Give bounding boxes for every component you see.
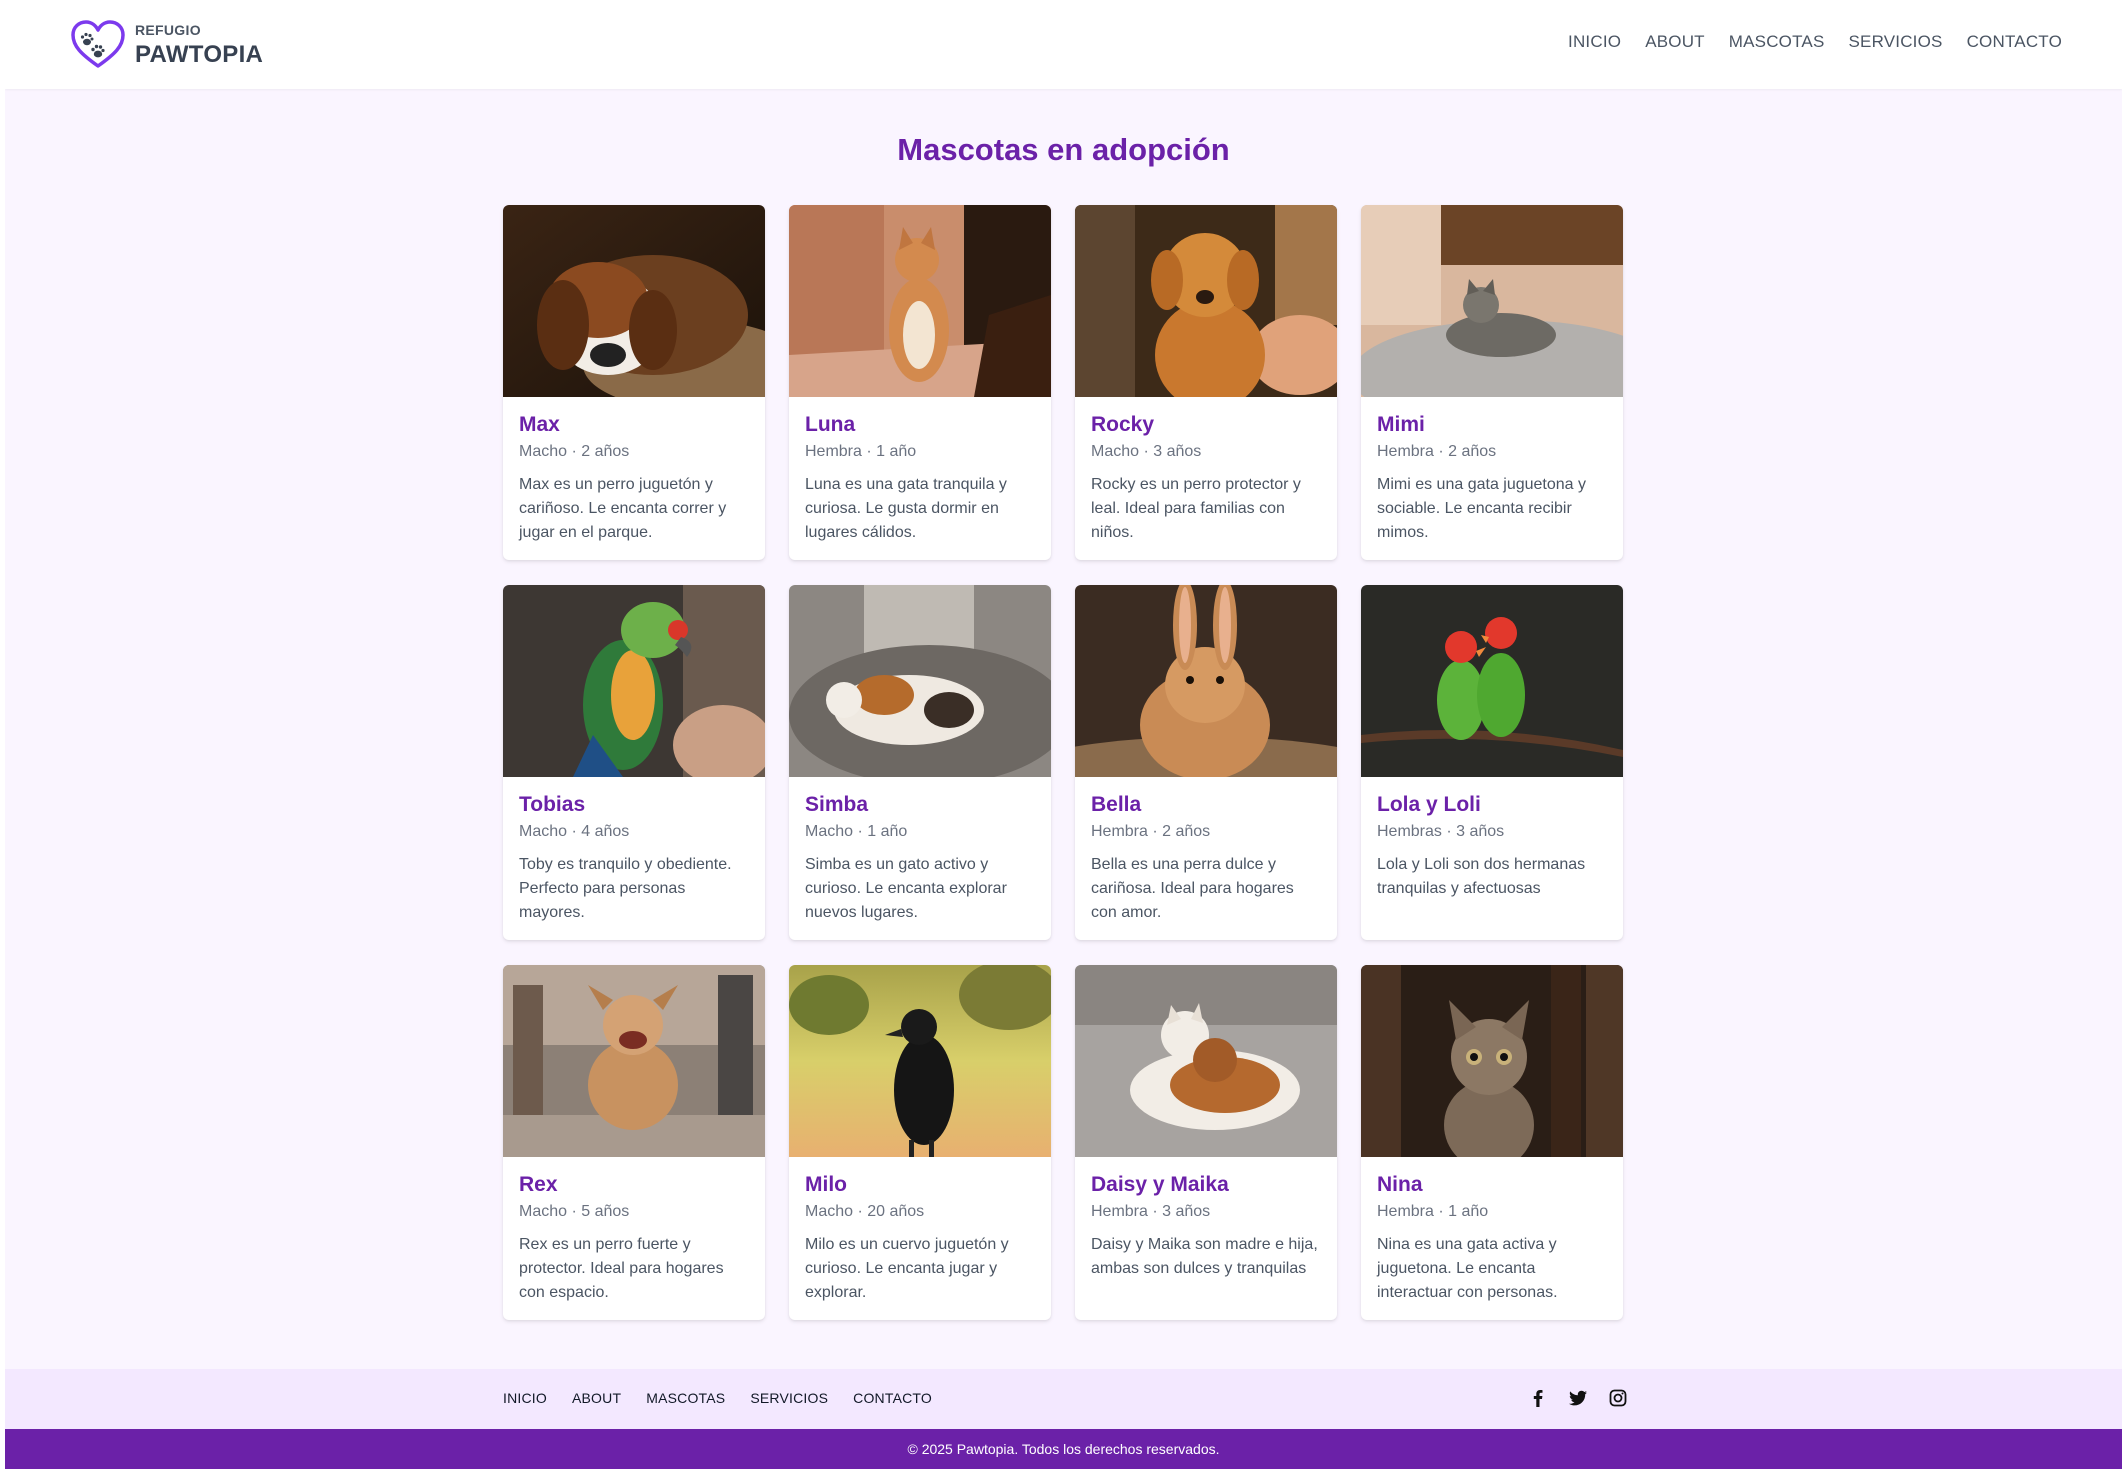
pet-name[interactable]: Mimi: [1377, 413, 1607, 437]
instagram-icon[interactable]: [1608, 1388, 1628, 1408]
pet-card[interactable]: Nina Hembra · 1 año Nina es una gata act…: [1361, 965, 1623, 1320]
pet-photo: [1075, 585, 1337, 777]
pet-card[interactable]: Lola y Loli Hembras · 3 años Lola y Loli…: [1361, 585, 1623, 940]
pet-photo: [789, 965, 1051, 1157]
pet-card[interactable]: Simba Macho · 1 año Simba es un gato act…: [789, 585, 1051, 940]
footer-nav-bar: INICIO ABOUT MASCOTAS SERVICIOS CONTACTO: [5, 1369, 2122, 1429]
main-nav: INICIO ABOUT MASCOTAS SERVICIOS CONTACTO: [1568, 32, 2062, 52]
pet-description: Daisy y Maika son madre e hija, ambas so…: [1091, 1236, 1318, 1277]
pet-meta: Hembra · 3 años: [1091, 1203, 1211, 1220]
pet-meta: Macho · 2 años: [519, 443, 630, 460]
pet-photo: [503, 585, 765, 777]
logo-subtitle: REFUGIO: [135, 22, 201, 38]
pet-name[interactable]: Milo: [805, 1173, 1035, 1197]
pet-photo: [1361, 965, 1623, 1157]
pet-description: Bella es una perra dulce y cariñosa. Ide…: [1091, 856, 1294, 921]
pet-description: Toby es tranquilo y obediente. Perfecto …: [519, 856, 732, 921]
nav-link-about[interactable]: ABOUT: [1645, 32, 1705, 52]
pet-name[interactable]: Max: [519, 413, 749, 437]
pet-name[interactable]: Rex: [519, 1173, 749, 1197]
pet-name[interactable]: Nina: [1377, 1173, 1607, 1197]
pet-card[interactable]: Tobias Macho · 4 años Toby es tranquilo …: [503, 585, 765, 940]
footer-link-mascotas[interactable]: MASCOTAS: [646, 1390, 725, 1406]
pet-name[interactable]: Bella: [1091, 793, 1321, 817]
pet-card[interactable]: Max Macho · 2 años Max es un perro jugue…: [503, 205, 765, 560]
pet-name[interactable]: Daisy y Maika: [1091, 1173, 1321, 1197]
pet-photo: [789, 205, 1051, 397]
pet-description: Rocky es un perro protector y leal. Idea…: [1091, 476, 1301, 541]
pet-name[interactable]: Simba: [805, 793, 1035, 817]
pet-card[interactable]: Rocky Macho · 3 años Rocky es un perro p…: [1075, 205, 1337, 560]
pet-name[interactable]: Rocky: [1091, 413, 1321, 437]
pet-name[interactable]: Luna: [805, 413, 1035, 437]
pet-description: Rex es un perro fuerte y protector. Idea…: [519, 1236, 724, 1301]
pet-name[interactable]: Tobias: [519, 793, 749, 817]
footer-link-about[interactable]: ABOUT: [572, 1390, 621, 1406]
pet-description: Luna es una gata tranquila y curiosa. Le…: [805, 476, 1007, 541]
pet-meta: Hembra · 2 años: [1091, 823, 1211, 840]
pet-card[interactable]: Milo Macho · 20 años Milo es un cuervo j…: [789, 965, 1051, 1320]
pet-name[interactable]: Lola y Loli: [1377, 793, 1607, 817]
pet-meta: Hembra · 2 años: [1377, 443, 1497, 460]
pet-description: Mimi es una gata juguetona y sociable. L…: [1377, 476, 1587, 541]
pet-card[interactable]: Mimi Hembra · 2 años Mimi es una gata ju…: [1361, 205, 1623, 560]
pet-card[interactable]: Daisy y Maika Hembra · 3 años Daisy y Ma…: [1075, 965, 1337, 1320]
page: REFUGIO PAWTOPIA INICIO ABOUT MASCOTAS S…: [5, 0, 2122, 1469]
nav-link-contacto[interactable]: CONTACTO: [1967, 32, 2062, 52]
pet-photo: [503, 965, 765, 1157]
pet-photo: [789, 585, 1051, 777]
pet-photo: [503, 205, 765, 397]
logo-title: PAWTOPIA: [135, 41, 264, 68]
pet-meta: Macho · 4 años: [519, 823, 630, 840]
pet-description: Simba es un gato activo y curioso. Le en…: [805, 856, 1007, 921]
pet-meta: Hembras · 3 años: [1377, 823, 1505, 840]
twitter-icon[interactable]: [1568, 1388, 1588, 1408]
copyright: © 2025 Pawtopia. Todos los derechos rese…: [5, 1429, 2122, 1469]
pet-description: Nina es una gata activa y juguetona. Le …: [1377, 1236, 1558, 1301]
pet-card[interactable]: Bella Hembra · 2 años Bella es una perra…: [1075, 585, 1337, 940]
heart-paw-icon: [71, 20, 125, 70]
pet-meta: Hembra · 1 año: [1377, 1203, 1489, 1220]
pet-photo: [1361, 585, 1623, 777]
footer-link-servicios[interactable]: SERVICIOS: [750, 1390, 828, 1406]
social-links: [1528, 1388, 1628, 1408]
pet-description: Max es un perro juguetón y cariñoso. Le …: [519, 476, 727, 541]
pet-card[interactable]: Rex Macho · 5 años Rex es un perro fuert…: [503, 965, 765, 1320]
pet-photo: [1075, 205, 1337, 397]
nav-link-servicios[interactable]: SERVICIOS: [1849, 32, 1943, 52]
pet-photo: [1075, 965, 1337, 1157]
pet-description: Milo es un cuervo juguetón y curioso. Le…: [805, 1236, 1009, 1301]
footer-link-inicio[interactable]: INICIO: [503, 1390, 547, 1406]
pet-meta: Macho · 1 año: [805, 823, 908, 840]
footer-link-contacto[interactable]: CONTACTO: [853, 1390, 932, 1406]
pet-meta: Macho · 5 años: [519, 1203, 630, 1220]
nav-link-mascotas[interactable]: MASCOTAS: [1729, 32, 1825, 52]
logo[interactable]: REFUGIO PAWTOPIA: [71, 18, 263, 72]
pet-description: Lola y Loli son dos hermanas tranquilas …: [1377, 856, 1586, 897]
pet-photo: [1361, 205, 1623, 397]
nav-link-inicio[interactable]: INICIO: [1568, 32, 1621, 52]
pet-meta: Hembra · 1 año: [805, 443, 917, 460]
facebook-icon[interactable]: [1528, 1388, 1548, 1408]
pet-card[interactable]: Luna Hembra · 1 año Luna es una gata tra…: [789, 205, 1051, 560]
pet-meta: Macho · 20 años: [805, 1203, 925, 1220]
page-title: Mascotas en adopción: [897, 132, 1230, 167]
footer-nav: INICIO ABOUT MASCOTAS SERVICIOS CONTACTO: [503, 1390, 932, 1406]
site-header: REFUGIO PAWTOPIA INICIO ABOUT MASCOTAS S…: [5, 0, 2122, 89]
pet-meta: Macho · 3 años: [1091, 443, 1202, 460]
pet-grid: Max Macho · 2 años Max es un perro jugue…: [503, 205, 1623, 1320]
